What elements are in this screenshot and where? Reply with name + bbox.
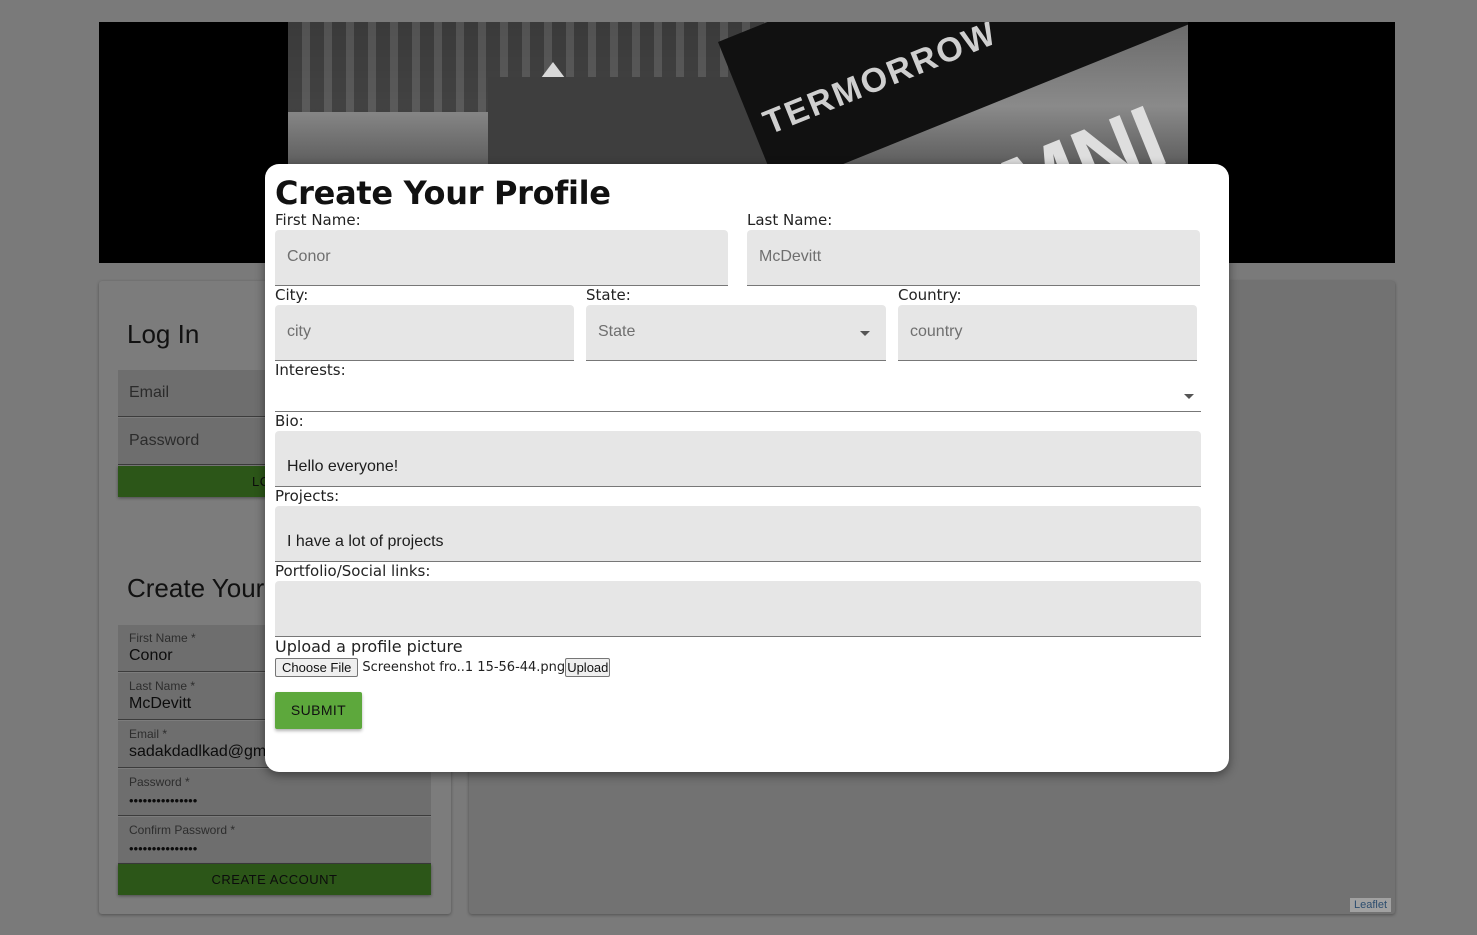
- file-upload-row: Choose File Screenshot fro..1 15-56-44.p…: [275, 657, 611, 677]
- country-label: Country:: [898, 286, 962, 304]
- bio-value: Hello everyone!: [287, 458, 399, 475]
- signup-password-field[interactable]: Password * •••••••••••••••: [118, 769, 431, 816]
- country-placeholder: country: [910, 323, 963, 340]
- city-label: City:: [275, 286, 309, 304]
- interests-select[interactable]: [275, 380, 1201, 412]
- last-name-label: Last Name:: [747, 211, 833, 229]
- login-email-placeholder: Email: [129, 384, 170, 401]
- create-account-title: Create Your: [127, 573, 265, 603]
- interests-label: Interests:: [275, 361, 346, 379]
- login-password-placeholder: Password: [129, 432, 200, 449]
- choose-file-button[interactable]: Choose File: [275, 657, 359, 677]
- signup-email-label: Email *: [129, 727, 168, 741]
- projects-textarea[interactable]: I have a lot of projects: [275, 506, 1201, 562]
- bio-textarea[interactable]: Hello everyone!: [275, 431, 1201, 487]
- signup-confirm-password-field[interactable]: Confirm Password * •••••••••••••••: [118, 817, 431, 864]
- upload-button[interactable]: Upload: [565, 657, 611, 677]
- chevron-down-icon: [860, 331, 870, 336]
- city-input[interactable]: city: [275, 305, 574, 361]
- state-label: State:: [586, 286, 631, 304]
- modal-title: Create Your Profile: [275, 174, 611, 212]
- first-name-placeholder: Conor: [287, 248, 331, 265]
- signup-first-name-value: Conor: [129, 647, 173, 664]
- signup-last-name-label: Last Name *: [129, 679, 196, 693]
- portfolio-textarea[interactable]: [275, 581, 1201, 637]
- leaflet-attribution-link[interactable]: Leaflet: [1349, 898, 1391, 912]
- first-name-label: First Name:: [275, 211, 361, 229]
- first-name-input[interactable]: Conor: [275, 230, 728, 286]
- projects-label: Projects:: [275, 487, 340, 505]
- bio-label: Bio:: [275, 412, 304, 430]
- country-input[interactable]: country: [898, 305, 1197, 361]
- signup-confirm-password-value: •••••••••••••••: [129, 841, 198, 856]
- last-name-placeholder: McDevitt: [759, 248, 822, 265]
- signup-last-name-value: McDevitt: [129, 695, 192, 712]
- projects-value: I have a lot of projects: [287, 533, 444, 550]
- signup-first-name-label: First Name *: [129, 631, 196, 645]
- portfolio-label: Portfolio/Social links:: [275, 562, 431, 580]
- create-profile-modal: Create Your Profile First Name: Conor La…: [265, 164, 1229, 772]
- chevron-down-icon: [1184, 394, 1194, 399]
- upload-label: Upload a profile picture: [275, 637, 463, 656]
- login-title: Log In: [127, 319, 200, 349]
- signup-email-value: sadakdadlkad@gm: [129, 743, 267, 760]
- city-placeholder: city: [287, 323, 311, 340]
- signup-password-value: •••••••••••••••: [129, 793, 198, 808]
- state-select[interactable]: State: [586, 305, 886, 361]
- state-selected-value: State: [598, 323, 636, 340]
- signup-confirm-password-label: Confirm Password *: [129, 823, 236, 837]
- last-name-input[interactable]: McDevitt: [747, 230, 1200, 286]
- submit-button[interactable]: SUBMIT: [275, 692, 362, 729]
- signup-password-label: Password *: [129, 775, 190, 789]
- create-account-button[interactable]: CREATE ACCOUNT: [118, 864, 431, 895]
- selected-file-name: Screenshot fro..1 15-56-44.png: [362, 659, 566, 675]
